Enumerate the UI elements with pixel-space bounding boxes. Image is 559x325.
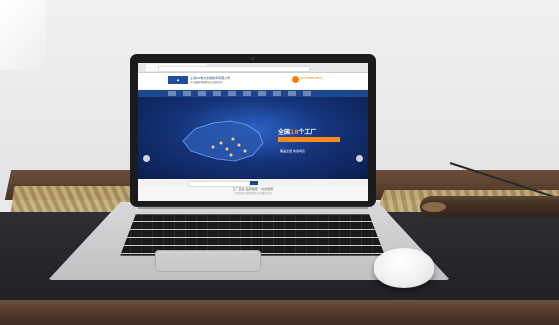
nav-item xyxy=(273,91,281,96)
driftwood-knot xyxy=(422,202,446,212)
desk-edge xyxy=(0,300,559,325)
driftwood-ornament xyxy=(420,196,559,218)
carousel-prev-icon xyxy=(143,155,150,162)
nav-item xyxy=(198,91,206,96)
nav-item xyxy=(183,91,191,96)
nav-item xyxy=(168,91,176,96)
promo-subline: 专业团队为您提供全方位解决方案 xyxy=(234,192,272,195)
company-name: 上海XX电力系统技术有限公司 专业输配电网解决方案服务商 xyxy=(190,76,260,84)
promo-text: 工厂直供 品质保障 一站式服务 专业团队为您提供全方位解决方案 xyxy=(138,187,368,195)
nav-item xyxy=(288,91,296,96)
wall-highlight xyxy=(0,0,46,70)
banner-headline: 全国18个工厂 xyxy=(278,127,316,136)
banner-subline: 覆盖全国 快速响应 xyxy=(278,137,340,153)
company-subtitle: 专业输配电网解决方案服务商 xyxy=(190,81,223,84)
address-bar xyxy=(158,66,310,72)
hero-banner: 全国18个工厂 覆盖全国 快速响应 xyxy=(138,97,368,179)
phone-number: 400-8888-888 xyxy=(300,76,322,80)
phone-icon xyxy=(292,76,299,83)
banner-subline-text: 覆盖全国 快速响应 xyxy=(280,149,305,153)
magic-mouse xyxy=(374,248,434,288)
nav-item xyxy=(228,91,236,96)
search-strip xyxy=(138,180,368,187)
photo-scene: ◆ 上海XX电力系统技术有限公司 专业输配电网解决方案服务商 400-8888-… xyxy=(0,0,559,325)
nav-item xyxy=(303,91,311,96)
carousel-next-icon xyxy=(356,155,363,162)
laptop-lid: ◆ 上海XX电力系统技术有限公司 专业输配电网解决方案服务商 400-8888-… xyxy=(130,54,376,206)
camera-dot xyxy=(251,57,254,60)
laptop-screen: ◆ 上海XX电力系统技术有限公司 专业输配电网解决方案服务商 400-8888-… xyxy=(138,63,368,201)
logo-mark: ◆ xyxy=(176,78,180,82)
site-search-button xyxy=(250,181,258,185)
site-logo: ◆ xyxy=(168,76,188,84)
nav-item xyxy=(213,91,221,96)
china-map xyxy=(182,120,264,162)
headline-prefix: 全国 xyxy=(278,129,291,136)
site-nav xyxy=(138,90,368,97)
laptop-trackpad xyxy=(155,250,261,272)
headline-suffix: 个工厂 xyxy=(298,129,317,136)
nav-item xyxy=(258,91,266,96)
nav-item xyxy=(243,91,251,96)
